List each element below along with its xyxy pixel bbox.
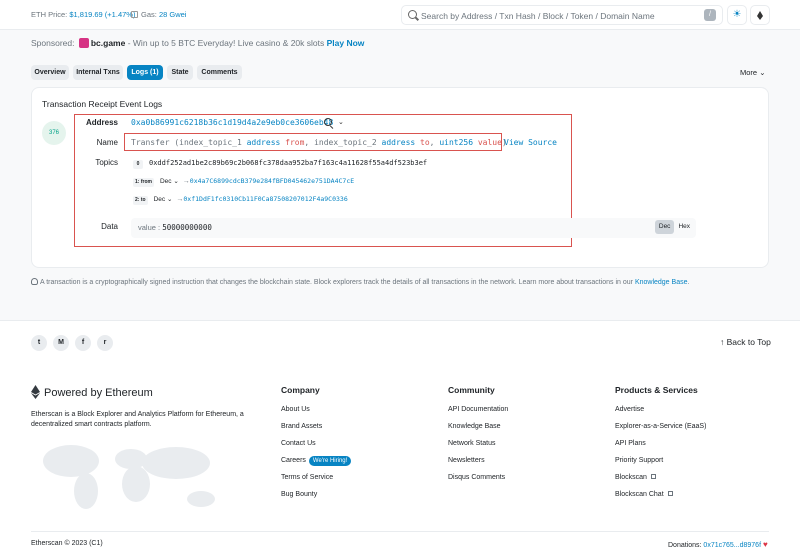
dec-hex-toggle: Dec Hex	[654, 220, 694, 234]
donations: Donations: 0x71c765...d8976f ♥	[668, 540, 768, 549]
footer-link-bug-bounty[interactable]: Bug Bounty	[281, 490, 351, 507]
footer-link-careers[interactable]: Careers We're Hiring!	[281, 456, 352, 473]
topic-row-1: 1: from Dec ⌄ →0x4a7C6899cdcB379e284fBFD04…	[133, 177, 354, 187]
chevron-down-icon[interactable]: ⌄	[338, 118, 344, 126]
search-box[interactable]: /	[401, 5, 723, 25]
sun-icon: ☀	[732, 9, 742, 20]
arrow-right-icon: →	[182, 178, 190, 185]
top-bar: ETH Price: $1,819.69 (+1.47%) Gas: 28 Gw…	[0, 0, 800, 30]
about-text: Etherscan is a Block Explorer and Analyt…	[31, 411, 244, 428]
event-signature: Transfer (index_topic_1 address from, in…	[131, 138, 507, 147]
tab-comments[interactable]: Comments	[197, 65, 242, 80]
footer-link-api-docs[interactable]: API Documentation	[448, 405, 508, 422]
chevron-down-icon: ⌄	[759, 68, 766, 77]
twitter-icon[interactable]: t	[31, 335, 47, 351]
footer-link-contact-us[interactable]: Contact Us	[281, 439, 351, 456]
topic-row-0: 0 0xddf252ad1be2c89b69c2b068fc378daa952ba…	[133, 159, 427, 169]
donation-address-link[interactable]: 0x71c765...d8976f	[703, 542, 761, 549]
search-icon	[408, 10, 417, 19]
footer-link-eaas[interactable]: Explorer-as-a-Service (EaaS)	[615, 422, 706, 439]
footer-link-newsletters[interactable]: Newsletters	[448, 456, 508, 473]
footer-link-disqus[interactable]: Disqus Comments	[448, 473, 508, 490]
sponsor-logo-icon	[78, 38, 89, 48]
chevron-down-icon: ⌄	[166, 196, 173, 203]
log-index-badge: 376	[42, 121, 66, 145]
footer-divider	[31, 531, 769, 532]
sponsored-banner: Sponsored: bc.game - Win up to 5 BTC Eve…	[31, 38, 365, 48]
data-value: value : 50000000000	[138, 223, 212, 232]
tab-logs[interactable]: Logs (1)	[127, 65, 163, 80]
world-map-image	[43, 445, 215, 509]
topic-format-select[interactable]: Dec ⌄	[154, 195, 173, 203]
search-input[interactable]	[421, 9, 701, 22]
tab-state[interactable]: State	[167, 65, 193, 80]
topic-row-2: 2: to Dec ⌄ →0xf1DdF1fc0310Cb11F0Ca8750820…	[133, 195, 348, 205]
footer-link-knowledge-base[interactable]: Knowledge Base	[448, 422, 508, 439]
external-link-icon	[667, 491, 673, 496]
sponsor-brand-link[interactable]: bc.game	[91, 38, 126, 48]
topic-to-address-link[interactable]: 0xf1DdF1fc0310Cb11F0Ca87508207012F4a9C03…	[183, 195, 347, 203]
topic-format-select[interactable]: Dec ⌄	[160, 177, 179, 185]
info-note: A transaction is a cryptographically sig…	[31, 278, 689, 286]
arrow-up-icon: ↑	[720, 337, 725, 347]
footer-link-about-us[interactable]: About Us	[281, 405, 351, 422]
more-dropdown[interactable]: More ⌄	[740, 68, 765, 77]
slash-shortcut-key: /	[704, 9, 716, 21]
name-label: Name	[96, 138, 118, 147]
footer-link-terms[interactable]: Terms of Service	[281, 473, 351, 490]
eth-price-value[interactable]: $1,819.69 (+1.47%)	[69, 10, 135, 19]
tab-overview[interactable]: Overview	[31, 65, 69, 80]
footer-link-network-status[interactable]: Network Status	[448, 439, 508, 456]
view-source-link[interactable]: View Source	[504, 138, 557, 147]
log-address-link[interactable]: 0xa0b86991c6218b36c1d19d4a2e9eb0ce3606eb…	[131, 118, 333, 127]
address-label: Address	[85, 118, 118, 127]
network-button[interactable]	[750, 5, 770, 25]
zoom-in-icon[interactable]	[324, 118, 332, 126]
reddit-icon[interactable]: r	[97, 335, 113, 351]
topic-index: 2: to	[133, 196, 148, 205]
ethereum-icon	[757, 11, 763, 20]
back-to-top-link[interactable]: ↑ Back to Top	[720, 337, 771, 347]
hex-button[interactable]: Hex	[674, 220, 694, 234]
sponsor-play-now-link[interactable]: Play Now	[327, 38, 365, 48]
gas-price: Gas: 28 Gwei	[131, 10, 186, 19]
topic-hash: 0xddf252ad1be2c89b69c2b068fc378daa952ba7…	[149, 159, 428, 167]
chevron-down-icon: ⌄	[173, 178, 179, 185]
event-logs-card: Transaction Receipt Event Logs 376 Addre…	[31, 87, 769, 268]
hiring-badge: We're Hiring!	[308, 456, 352, 466]
lightbulb-icon	[31, 278, 38, 285]
ethereum-logo-icon	[31, 385, 40, 399]
copyright: Etherscan © 2023 (C1)	[31, 540, 103, 547]
dec-button[interactable]: Dec	[654, 220, 675, 234]
footer-link-advertise[interactable]: Advertise	[615, 405, 706, 422]
footer-link-api-plans[interactable]: API Plans	[615, 439, 706, 456]
footer-link-blockscan-chat[interactable]: Blockscan Chat	[615, 490, 706, 507]
eth-price: ETH Price: $1,819.69 (+1.47%)	[31, 10, 136, 19]
products-column: Products & Services Advertise Explorer-a…	[615, 385, 706, 507]
data-box: value : 50000000000 Dec Hex	[131, 218, 696, 238]
footer-link-brand-assets[interactable]: Brand Assets	[281, 422, 351, 439]
external-link-icon	[650, 474, 656, 479]
footer: t M f r ↑ Back to Top Powered by Ethereu…	[0, 320, 800, 558]
topics-label: Topics	[95, 158, 118, 167]
topic-from-address-link[interactable]: 0x4a7C6899cdcB379e284fBFD045462e751DA4C7…	[190, 177, 354, 185]
topic-index: 0	[133, 160, 143, 169]
footer-link-blockscan[interactable]: Blockscan	[615, 473, 706, 490]
card-title: Transaction Receipt Event Logs	[42, 99, 163, 109]
theme-toggle-button[interactable]: ☀	[727, 5, 747, 25]
topic-index: 1: from	[133, 178, 154, 187]
gas-pump-icon	[131, 11, 138, 18]
data-label: Data	[101, 222, 118, 231]
powered-by-ethereum: Powered by Ethereum	[31, 385, 153, 399]
company-column: Company About Us Brand Assets Contact Us…	[281, 385, 352, 507]
community-column: Community API Documentation Knowledge Ba…	[448, 385, 508, 490]
heart-icon: ♥	[762, 540, 768, 549]
knowledge-base-link[interactable]: Knowledge Base	[635, 279, 688, 286]
tab-internal-txns[interactable]: Internal Txns	[73, 65, 123, 80]
gas-price-value[interactable]: 28 Gwei	[159, 10, 187, 19]
footer-link-priority-support[interactable]: Priority Support	[615, 456, 706, 473]
facebook-icon[interactable]: f	[75, 335, 91, 351]
medium-icon[interactable]: M	[53, 335, 69, 351]
